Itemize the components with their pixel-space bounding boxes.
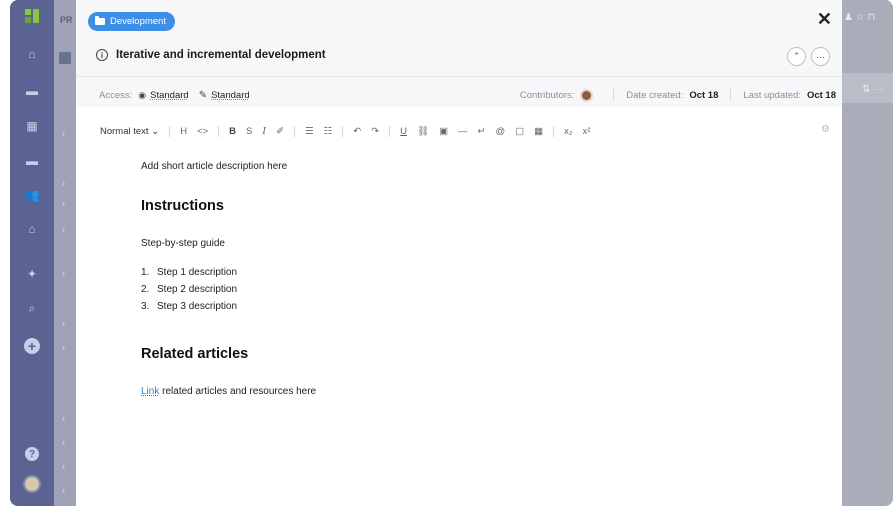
- table-icon[interactable]: ▦: [24, 118, 40, 134]
- meta-separator: [730, 89, 732, 101]
- list-item[interactable]: 2. Step 2 description: [141, 281, 237, 298]
- info-icon[interactable]: i: [96, 49, 108, 61]
- background-right-panel: ♟ ☆ ⊓ ⇅ ···: [842, 0, 893, 506]
- list-item[interactable]: 3. Step 3 description: [141, 298, 237, 315]
- app-logo-icon[interactable]: [25, 9, 39, 23]
- related-articles-heading[interactable]: Related articles: [141, 346, 248, 362]
- article-title[interactable]: Iterative and incremental development: [116, 49, 326, 61]
- bullet-list-icon[interactable]: ☰: [305, 126, 314, 137]
- article-description[interactable]: Add short article description here: [141, 161, 287, 172]
- editor-toolbar: Normal text ⌄ H <> B S I ✐ ☰ ☷ ↶ ↷ U ⛓ ▣…: [100, 124, 591, 138]
- chevron-right-icon[interactable]: ›: [62, 437, 65, 447]
- chat-icon[interactable]: ▬: [24, 153, 40, 169]
- left-nav-rail: ⌂ ▬ ▦ ▬ 👥 ⌂ ✦ ⌕ + ?: [10, 0, 54, 506]
- eye-icon: ◉: [138, 89, 147, 100]
- briefcase-icon[interactable]: ▬: [24, 83, 40, 99]
- meta-separator: [613, 89, 615, 101]
- undo-icon[interactable]: ↶: [353, 126, 361, 137]
- gear-icon[interactable]: ⚙: [821, 124, 830, 135]
- redo-icon[interactable]: ↷: [371, 126, 379, 137]
- chevron-right-icon[interactable]: ›: [62, 485, 65, 495]
- text-style-select[interactable]: Normal text ⌄: [100, 126, 159, 137]
- home-icon[interactable]: ⌂: [24, 46, 40, 62]
- chevron-right-icon[interactable]: ›: [62, 268, 65, 278]
- project-list-column: PR › › › › › › › › › › ›: [54, 0, 76, 506]
- contributors-label: Contributors:: [519, 89, 575, 101]
- date-created-label: Date created:: [626, 89, 684, 101]
- chevron-up-icon: ⌃: [792, 51, 801, 61]
- bold-icon[interactable]: B: [229, 126, 236, 137]
- magic-wand-icon[interactable]: ✦: [24, 266, 40, 282]
- user-avatar[interactable]: [23, 475, 41, 493]
- header-divider: [76, 76, 842, 77]
- attachment-icon[interactable]: ▢: [515, 126, 524, 137]
- list-item[interactable]: 1. Step 1 description: [141, 264, 237, 281]
- date-created-value: Oct 18: [689, 89, 719, 101]
- category-tag-label: Development: [110, 16, 166, 27]
- view-access-value[interactable]: Standard: [150, 90, 189, 101]
- more-icon: ···: [816, 51, 825, 62]
- search-icon[interactable]: ⌕: [24, 300, 40, 316]
- table-insert-icon[interactable]: ▦: [534, 126, 543, 137]
- project-label: PR: [60, 15, 73, 25]
- instructions-heading[interactable]: Instructions: [141, 198, 224, 214]
- clear-format-icon[interactable]: ✐: [276, 126, 284, 137]
- chevron-right-icon[interactable]: ›: [62, 198, 65, 208]
- meta-right: Contributors: Date created: Oct 18 Last …: [519, 88, 836, 102]
- pencil-icon: ✎: [198, 89, 208, 101]
- category-tag[interactable]: Development: [88, 12, 175, 31]
- chevron-right-icon[interactable]: ›: [62, 342, 65, 352]
- contributor-avatar[interactable]: [580, 88, 594, 102]
- access-label: Access:: [99, 89, 133, 101]
- team-icon[interactable]: 👥: [24, 187, 40, 203]
- more-options-button[interactable]: ···: [811, 47, 830, 66]
- chevron-right-icon[interactable]: ›: [62, 224, 65, 234]
- code-icon[interactable]: <>: [197, 126, 208, 137]
- article-modal: Development ✕ i Iterative and incrementa…: [76, 0, 842, 506]
- image-icon[interactable]: ▣: [439, 126, 448, 137]
- related-link[interactable]: Link: [141, 386, 159, 397]
- last-updated-value: Oct 18: [806, 89, 836, 101]
- close-icon[interactable]: ✕: [817, 9, 832, 29]
- heading-icon[interactable]: H: [180, 126, 187, 137]
- link-icon[interactable]: ⛓: [417, 126, 429, 137]
- building-icon[interactable]: ⌂: [24, 221, 40, 237]
- background-header-icons: ♟ ☆ ⊓: [844, 12, 876, 23]
- background-sort-icons: ⇅ ···: [862, 84, 884, 95]
- chevron-right-icon[interactable]: ›: [62, 413, 65, 423]
- chevron-right-icon[interactable]: ›: [62, 178, 65, 188]
- chevron-right-icon[interactable]: ›: [62, 128, 65, 138]
- chevron-right-icon[interactable]: ›: [62, 461, 65, 471]
- underline-icon[interactable]: U: [400, 126, 407, 137]
- project-icon: [59, 52, 71, 64]
- collapse-button[interactable]: ⌃: [787, 47, 806, 66]
- numbered-list-icon[interactable]: ☷: [324, 126, 333, 137]
- italic-icon[interactable]: I: [262, 126, 266, 137]
- mention-icon[interactable]: @: [496, 126, 506, 137]
- superscript-icon[interactable]: x²: [583, 126, 591, 137]
- horizontal-rule-icon[interactable]: —: [458, 126, 468, 137]
- line-break-icon[interactable]: ↵: [478, 126, 486, 137]
- edit-access-value[interactable]: Standard: [211, 90, 250, 101]
- instructions-intro[interactable]: Step-by-step guide: [141, 238, 225, 249]
- folder-icon: [95, 16, 105, 25]
- subscript-icon[interactable]: x₂: [564, 126, 572, 137]
- related-articles-text[interactable]: Link related articles and resources here: [141, 386, 316, 397]
- last-updated-label: Last updated:: [743, 89, 801, 101]
- help-icon[interactable]: ?: [25, 447, 39, 461]
- chevron-right-icon[interactable]: ›: [62, 318, 65, 328]
- meta-row: Access: ◉ Standard ✎ Standard Contributo…: [99, 88, 836, 102]
- title-row: i Iterative and incremental development: [96, 49, 326, 61]
- add-icon[interactable]: +: [24, 338, 40, 354]
- strikethrough-icon[interactable]: S: [246, 126, 252, 137]
- app-frame: ⌂ ▬ ▦ ▬ 👥 ⌂ ✦ ⌕ + ? PR › › › › › › › › ›…: [10, 0, 893, 506]
- steps-list: 1. Step 1 description 2. Step 2 descript…: [141, 264, 237, 315]
